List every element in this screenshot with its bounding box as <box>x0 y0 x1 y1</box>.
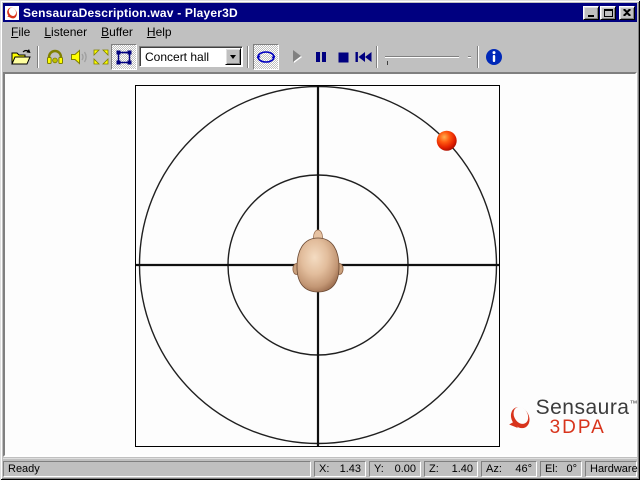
menu-item-help[interactable]: Help <box>140 23 179 41</box>
toolbar: Concert hall <box>3 42 637 72</box>
status-mode: Hardware <box>585 460 638 477</box>
chevron-down-icon <box>230 55 236 62</box>
toolbar-separator <box>37 46 39 68</box>
listener-head <box>292 229 344 293</box>
status-z: Z: 1.40 <box>424 460 478 477</box>
status-message-text: Ready <box>8 462 40 475</box>
room-bounds-button[interactable] <box>111 44 137 70</box>
status-y: Y: 0.00 <box>369 460 421 477</box>
window-title: SensauraDescription.wav - Player3D <box>23 5 238 20</box>
rewind-icon <box>355 52 371 62</box>
sensaura-logo: Sensaura™ 3DPA <box>508 388 638 446</box>
slider-thumb[interactable] <box>459 48 468 63</box>
status-elevation: El: 0° <box>540 460 582 477</box>
maximize-icon <box>603 8 613 17</box>
slider-track[interactable] <box>385 56 471 58</box>
menu-bar: File Listener Buffer Help <box>4 23 636 41</box>
info-button[interactable] <box>482 45 506 69</box>
expand-button[interactable] <box>89 45 113 69</box>
orbit-icon <box>256 51 276 63</box>
maximize-button[interactable] <box>600 5 616 20</box>
minimize-button[interactable] <box>583 5 599 20</box>
slider-tick <box>387 61 388 65</box>
menu-item-buffer[interactable]: Buffer <box>94 23 140 41</box>
scene-client-area: Sensaura™ 3DPA <box>3 72 638 457</box>
play-button[interactable] <box>285 45 309 69</box>
toolbar-separator <box>247 46 249 68</box>
pause-icon <box>316 52 326 62</box>
scene-canvas[interactable] <box>135 85 500 447</box>
scene-graphics <box>136 86 499 446</box>
status-azimuth: Az: 46° <box>481 460 537 477</box>
environment-value: Concert hall <box>145 49 210 64</box>
environment-select[interactable]: Concert hall <box>139 46 243 67</box>
expand-arrows-icon <box>93 49 109 65</box>
product-text: 3DPA <box>549 417 606 438</box>
sensaura-app-icon <box>5 5 19 20</box>
open-file-button[interactable] <box>9 45 33 69</box>
trademark-mark: ™ <box>629 399 638 408</box>
info-icon <box>486 49 502 65</box>
close-icon <box>623 9 631 16</box>
speaker-button[interactable] <box>67 45 91 69</box>
close-button[interactable] <box>619 5 635 20</box>
speaker-icon <box>71 49 87 65</box>
open-folder-icon <box>11 49 31 65</box>
orbit-button[interactable] <box>253 44 279 70</box>
sensaura-swoosh-icon <box>7 7 17 18</box>
rewind-button[interactable] <box>351 45 375 69</box>
menu-item-file[interactable]: File <box>4 23 37 41</box>
status-bar: Ready X: 1.43 Y: 0.00 Z: 1.40 Az: 46° El: 0° … <box>3 458 638 477</box>
play-icon <box>293 50 302 63</box>
volume-slider[interactable] <box>383 47 473 67</box>
minimize-icon <box>588 15 594 17</box>
sound-source[interactable] <box>436 130 457 151</box>
brand-name: Sensaura <box>535 396 630 419</box>
pause-button[interactable] <box>309 45 333 69</box>
status-message: Ready <box>3 460 311 477</box>
brand-text: Sensaura™ <box>536 397 638 418</box>
sensaura-swoosh-icon <box>509 406 530 429</box>
environment-dropdown-button[interactable] <box>225 48 241 65</box>
status-x: X: 1.43 <box>314 460 366 477</box>
toolbar-separator <box>477 46 479 68</box>
stop-icon <box>338 52 348 62</box>
headphones-icon <box>47 49 63 64</box>
menu-item-listener[interactable]: Listener <box>37 23 94 41</box>
room-bounds-icon <box>116 50 132 65</box>
toolbar-separator <box>376 46 378 68</box>
window-titlebar: SensauraDescription.wav - Player3D <box>3 3 637 22</box>
player3d-window: SensauraDescription.wav - Player3D File … <box>0 0 640 480</box>
headphones-button[interactable] <box>43 45 67 69</box>
